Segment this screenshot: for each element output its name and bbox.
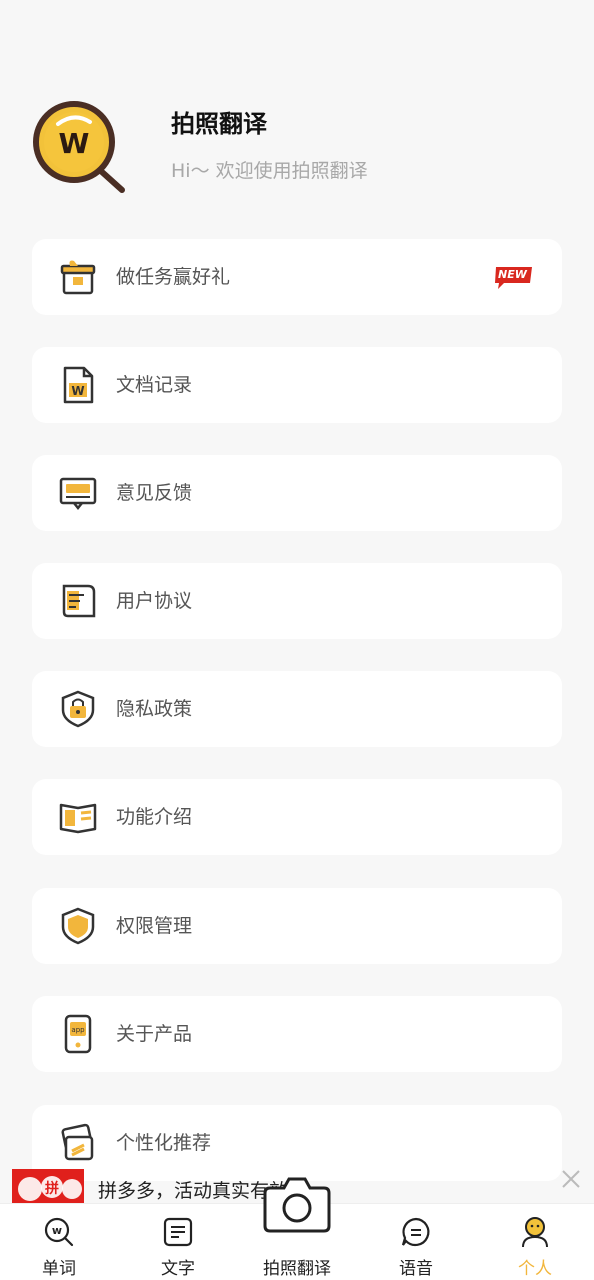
- app-name: 拍照翻译: [171, 110, 267, 138]
- menu-item-feedback[interactable]: 意见反馈: [32, 455, 562, 531]
- tab-label: 拍照翻译: [263, 1259, 331, 1279]
- gift-icon: [60, 260, 96, 295]
- word-search-icon: w: [44, 1217, 74, 1247]
- voice-bubble-icon: [401, 1217, 430, 1247]
- close-icon[interactable]: [558, 1166, 584, 1192]
- svg-text:拼: 拼: [45, 1180, 59, 1197]
- permission-shield-icon: [61, 907, 95, 945]
- svg-text:w: w: [52, 1224, 62, 1237]
- person-icon: [522, 1217, 548, 1248]
- menu-label: 权限管理: [116, 915, 193, 937]
- menu-item-documents[interactable]: W 文档记录: [32, 347, 562, 423]
- menu-label: 意见反馈: [116, 482, 193, 504]
- menu-item-user-agreement[interactable]: 用户协议: [32, 563, 562, 639]
- menu-label: 隐私政策: [116, 698, 193, 720]
- app-logo-icon: W: [33, 101, 125, 193]
- tab-word[interactable]: w 单词: [4, 1204, 114, 1280]
- menu-label: 关于产品: [116, 1023, 193, 1045]
- svg-text:W: W: [71, 384, 84, 398]
- menu-label: 做任务赢好礼: [116, 266, 231, 288]
- app-phone-icon: app: [64, 1014, 92, 1054]
- menu-item-tasks[interactable]: 做任务赢好礼 NEW: [32, 239, 562, 315]
- tab-label: 语音: [399, 1259, 433, 1279]
- menu-label: 用户协议: [116, 590, 193, 612]
- tab-label: 单词: [42, 1259, 76, 1279]
- tab-text[interactable]: 文字: [123, 1204, 233, 1280]
- cards-icon: [61, 1123, 94, 1161]
- profile-header: W 拍照翻译 Hi～ 欢迎使用拍照翻译: [0, 0, 594, 230]
- privacy-shield-icon: [61, 690, 95, 728]
- menu-label: 功能介绍: [116, 806, 193, 828]
- welcome-subtitle: Hi～ 欢迎使用拍照翻译: [171, 160, 368, 182]
- menu-item-permissions[interactable]: 权限管理: [32, 888, 562, 964]
- tab-profile[interactable]: 个人: [480, 1204, 590, 1280]
- tab-label: 个人: [518, 1259, 552, 1279]
- menu-item-privacy[interactable]: 隐私政策: [32, 671, 562, 747]
- text-doc-icon: [163, 1217, 193, 1247]
- svg-text:app: app: [71, 1026, 85, 1034]
- menu-item-features[interactable]: 功能介绍: [32, 779, 562, 855]
- camera-icon[interactable]: [262, 1174, 332, 1234]
- ad-image: 拼: [12, 1169, 84, 1203]
- svg-text:W: W: [59, 127, 90, 160]
- menu-label: 文档记录: [116, 374, 193, 396]
- book-icon: [59, 803, 97, 834]
- menu-item-about[interactable]: app 关于产品: [32, 996, 562, 1072]
- tab-voice[interactable]: 语音: [361, 1204, 471, 1280]
- new-badge: NEW: [494, 265, 534, 289]
- document-icon: W: [63, 366, 94, 404]
- feedback-icon: [59, 477, 97, 511]
- agreement-icon: [62, 584, 96, 618]
- tab-label: 文字: [161, 1259, 195, 1279]
